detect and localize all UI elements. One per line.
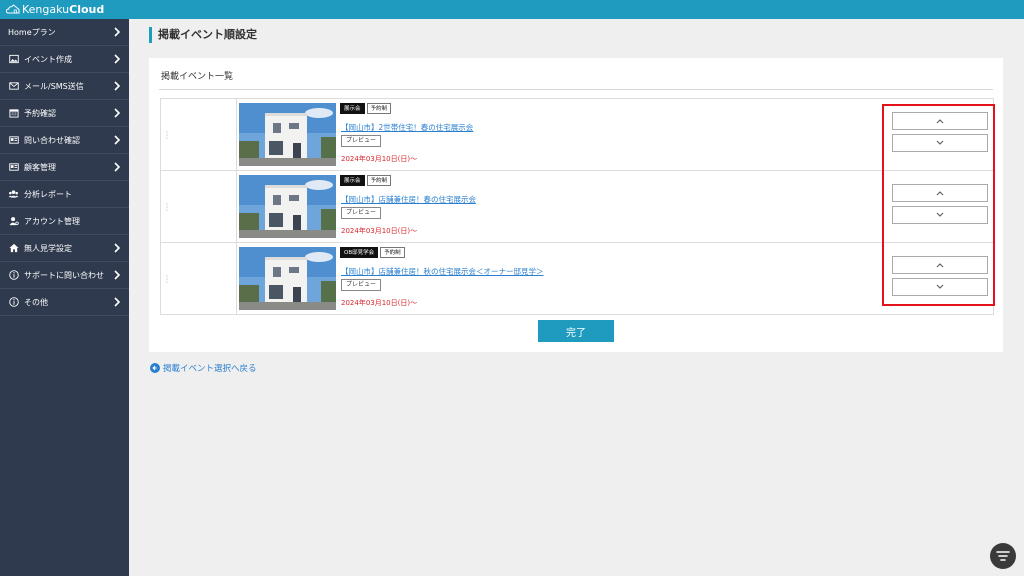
- chevron-right-icon: [114, 81, 121, 91]
- filter-list-icon: [996, 551, 1010, 561]
- user-gear-icon: [8, 216, 19, 227]
- sidebar: Homeプラン イベント作成 メール/SMS送信 予約確認 問い合わせ確認 顧客…: [0, 19, 129, 576]
- highlight-box: [882, 104, 995, 306]
- calendar-icon: [8, 108, 19, 119]
- top-bar: Kengaku Cloud: [0, 0, 1024, 19]
- event-date: 2024年03月10日(日)〜: [341, 155, 418, 163]
- sidebar-item-label: その他: [24, 297, 48, 307]
- users-icon: [8, 189, 19, 200]
- info-icon: [8, 297, 19, 308]
- category-tag: OB邸見学会: [340, 247, 379, 258]
- chevron-right-icon: [114, 297, 121, 307]
- cloud-house-icon: [6, 4, 20, 14]
- event-date: 2024年03月10日(日)〜: [341, 227, 418, 235]
- chevron-right-icon: [114, 162, 121, 172]
- home-icon: [8, 243, 19, 254]
- event-tags: OB邸見学会 予約制: [340, 247, 405, 258]
- event-thumbnail: [239, 175, 336, 238]
- drag-handle[interactable]: [161, 171, 237, 242]
- event-thumbnail: [239, 247, 336, 310]
- sidebar-item-support[interactable]: サポートに問い合わせ: [0, 262, 129, 289]
- sidebar-item-reservations[interactable]: 予約確認: [0, 100, 129, 127]
- sidebar-item-label: 無人見学設定: [24, 243, 72, 253]
- logo-text-light: Kengaku: [22, 3, 70, 16]
- sidebar-item-customers[interactable]: 顧客管理: [0, 154, 129, 181]
- chevron-right-icon: [114, 54, 121, 64]
- sidebar-item-other[interactable]: その他: [0, 289, 129, 316]
- event-title-link[interactable]: 【岡山市】店舗兼住居！秋の住宅展示会＜オーナー邸見学＞: [341, 266, 544, 277]
- chevron-right-icon: [114, 135, 121, 145]
- sidebar-item-label: サポートに問い合わせ: [24, 270, 104, 280]
- sidebar-item-label: アカウント管理: [24, 216, 80, 226]
- list-item: 展示会 予約制 【岡山市】店舗兼住居！春の住宅展示会 プレビュー 2024年03…: [161, 171, 993, 243]
- drag-handle-icon: [166, 130, 168, 139]
- drag-handle-icon: [166, 274, 168, 283]
- app-logo[interactable]: Kengaku Cloud: [6, 3, 104, 16]
- arrow-left-circle-icon: [150, 363, 160, 373]
- sidebar-item-home-plan[interactable]: Homeプラン: [0, 19, 129, 46]
- event-thumbnail: [239, 103, 336, 166]
- drag-handle-icon: [166, 202, 168, 211]
- chevron-right-icon: [114, 108, 121, 118]
- sidebar-item-label: 顧客管理: [24, 162, 56, 172]
- id-card-icon: [8, 162, 19, 173]
- reservation-tag: 予約制: [380, 247, 405, 258]
- drag-handle[interactable]: [161, 243, 237, 314]
- sidebar-item-label: イベント作成: [24, 54, 72, 64]
- sidebar-item-label: 問い合わせ確認: [24, 135, 80, 145]
- event-list: 展示会 予約制 【岡山市】2世帯住宅！春の住宅展示会 プレビュー 2024年03…: [160, 98, 994, 315]
- category-tag: 展示会: [340, 103, 365, 114]
- event-title-link[interactable]: 【岡山市】店舗兼住居！春の住宅展示会: [341, 194, 476, 205]
- chevron-right-icon: [114, 243, 121, 253]
- event-tags: 展示会 予約制: [340, 103, 392, 114]
- id-card-icon: [8, 135, 19, 146]
- mail-icon: [8, 81, 19, 92]
- list-item: OB邸見学会 予約制 【岡山市】店舗兼住居！秋の住宅展示会＜オーナー邸見学＞ プ…: [161, 243, 993, 315]
- sidebar-item-event-create[interactable]: イベント作成: [0, 46, 129, 73]
- back-link[interactable]: 掲載イベント選択へ戻る: [150, 362, 257, 374]
- preview-button[interactable]: プレビュー: [341, 207, 382, 219]
- list-item: 展示会 予約制 【岡山市】2世帯住宅！春の住宅展示会 プレビュー 2024年03…: [161, 99, 993, 171]
- logo-text-bold: Cloud: [69, 3, 105, 16]
- preview-button[interactable]: プレビュー: [341, 279, 382, 291]
- preview-button[interactable]: プレビュー: [341, 135, 382, 147]
- page-title: 掲載イベント順設定: [149, 27, 257, 43]
- info-icon: [8, 270, 19, 281]
- chevron-right-icon: [114, 27, 121, 37]
- back-link-label: 掲載イベント選択へ戻る: [163, 364, 257, 374]
- image-icon: [8, 54, 19, 65]
- sidebar-item-label: Homeプラン: [8, 27, 56, 37]
- sidebar-item-mail-sms[interactable]: メール/SMS送信: [0, 73, 129, 100]
- filter-menu-button[interactable]: [990, 543, 1016, 569]
- event-title-link[interactable]: 【岡山市】2世帯住宅！春の住宅展示会: [341, 122, 473, 133]
- sidebar-item-unattended-tour[interactable]: 無人見学設定: [0, 235, 129, 262]
- divider: [159, 89, 993, 90]
- chevron-right-icon: [114, 270, 121, 280]
- sidebar-item-account[interactable]: アカウント管理: [0, 208, 129, 235]
- reservation-tag: 予約制: [366, 103, 392, 114]
- done-button[interactable]: 完了: [538, 320, 614, 342]
- sidebar-item-analytics[interactable]: 分析レポート: [0, 181, 129, 208]
- category-tag: 展示会: [340, 175, 365, 186]
- sidebar-item-inquiries[interactable]: 問い合わせ確認: [0, 127, 129, 154]
- event-date: 2024年03月10日(日)〜: [341, 299, 418, 307]
- event-tags: 展示会 予約制: [340, 175, 392, 186]
- drag-handle[interactable]: [161, 99, 237, 170]
- sidebar-item-label: 予約確認: [24, 108, 56, 118]
- sidebar-item-label: メール/SMS送信: [24, 81, 84, 91]
- sidebar-item-label: 分析レポート: [24, 189, 72, 199]
- card-heading: 掲載イベント一覧: [161, 72, 234, 82]
- reservation-tag: 予約制: [366, 175, 392, 186]
